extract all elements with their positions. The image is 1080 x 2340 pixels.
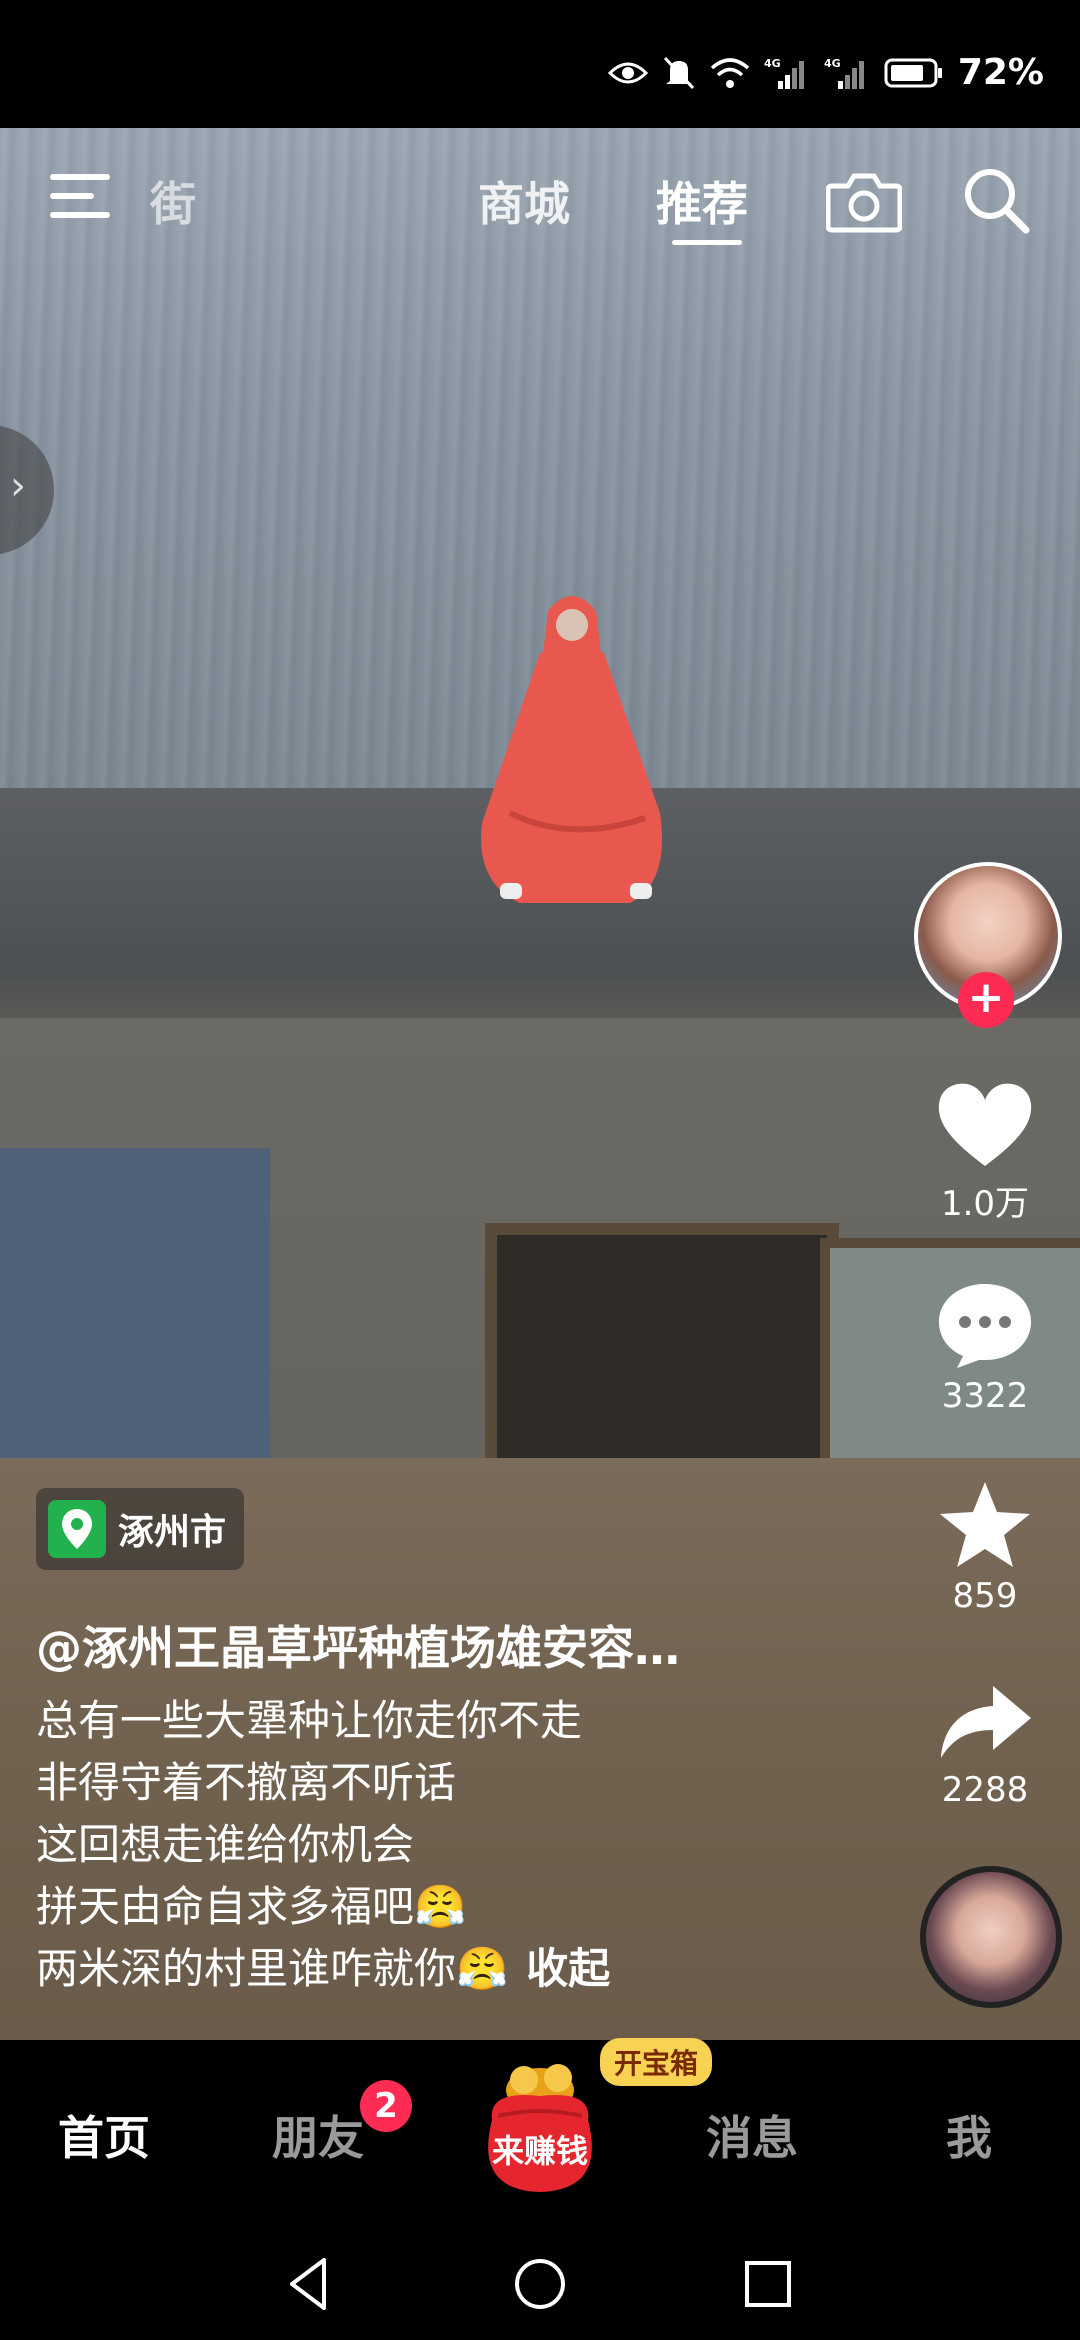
share-icon [941, 1686, 1031, 1758]
chevron-right-icon: › [10, 463, 26, 509]
video-caption: 总有一些大犟种让你走你不走 非得守着不撤离不听话 这回想走谁给你机会 拼天由命自… [36, 1690, 610, 2000]
tab-mall[interactable]: 商城 [478, 168, 570, 234]
caption-line: 非得守着不撤离不听话 [36, 1758, 457, 1807]
network-label: 4G [824, 57, 841, 70]
video-scene-person [481, 596, 662, 903]
video-scene-blue-door [0, 1148, 270, 1508]
eye-icon [607, 62, 648, 83]
nav-home[interactable]: 首页 [58, 2102, 150, 2168]
status-icons: 4G 4G 72% [607, 52, 1044, 93]
star-icon [940, 1482, 1030, 1567]
top-nav: 街 商城 推荐 [0, 128, 1080, 268]
caption-line: 两米深的村里谁咋就你😤 [36, 1944, 509, 1993]
earn-money-button[interactable]: 来赚钱 [468, 2050, 612, 2200]
favorite-button[interactable]: 859 [920, 1478, 1050, 1616]
follow-button[interactable]: + [958, 972, 1014, 1028]
favorite-count: 859 [952, 1576, 1018, 1616]
camera-icon[interactable] [826, 168, 902, 234]
tab-street[interactable]: 街 [150, 168, 196, 234]
recents-icon[interactable] [738, 2254, 798, 2314]
nav-messages[interactable]: 消息 [706, 2102, 798, 2168]
location-tag[interactable]: 涿州市 [36, 1488, 245, 1570]
collapse-button[interactable]: 收起 [526, 1944, 610, 1993]
caption-line: 总有一些大犟种让你走你不走 [36, 1696, 583, 1745]
signal-icon: 4G [824, 57, 864, 89]
comment-count: 3322 [941, 1376, 1029, 1416]
like-count: 1.0万 [940, 1184, 1030, 1224]
network-label: 4G [764, 57, 781, 70]
signal-icon: 4G [764, 57, 804, 89]
location-pin-icon [48, 1500, 106, 1558]
music-disc[interactable] [920, 1866, 1062, 2008]
author-name[interactable]: @涿州王晶草坪种植场雄安容… [36, 1612, 680, 1678]
earn-money-label: 来赚钱 [491, 2132, 588, 2170]
nav-friends[interactable]: 朋友 [272, 2102, 364, 2168]
heart-icon [938, 1083, 1032, 1166]
caption-line: 这回想走谁给你机会 [36, 1820, 415, 1869]
system-nav-bar [0, 2230, 1080, 2340]
like-button[interactable]: 1.0万 [920, 1080, 1050, 1225]
friends-badge: 2 [360, 2080, 412, 2132]
share-count: 2288 [941, 1770, 1029, 1810]
nav-me[interactable]: 我 [946, 2102, 992, 2168]
money-bag-icon [488, 2064, 592, 2192]
wifi-icon [710, 57, 749, 88]
battery-icon [884, 58, 942, 87]
location-label: 涿州市 [118, 1512, 227, 1553]
tab-recommend[interactable]: 推荐 [656, 168, 748, 234]
caption-line: 拼天由命自求多福吧😤 [36, 1882, 467, 1931]
menu-icon[interactable] [50, 170, 114, 222]
treasure-chest-badge[interactable]: 开宝箱 [600, 2038, 713, 2086]
status-bar: 4G 4G 72% [0, 0, 1080, 128]
home-icon[interactable] [510, 2254, 570, 2314]
share-button[interactable]: 2288 [920, 1680, 1050, 1810]
comment-icon [939, 1284, 1031, 1368]
caption-line-last: 两米深的村里谁咋就你😤 收起 [36, 1938, 610, 2000]
bottom-nav: 首页 朋友 2 来赚钱 开宝箱 消息 我 [0, 2038, 1080, 2230]
back-icon[interactable] [280, 2254, 340, 2314]
tab-active-indicator [672, 240, 742, 245]
mute-icon [663, 56, 694, 89]
comment-button[interactable]: 3322 [920, 1278, 1050, 1416]
battery-percent: 72% [957, 52, 1044, 93]
search-icon[interactable] [960, 164, 1032, 236]
